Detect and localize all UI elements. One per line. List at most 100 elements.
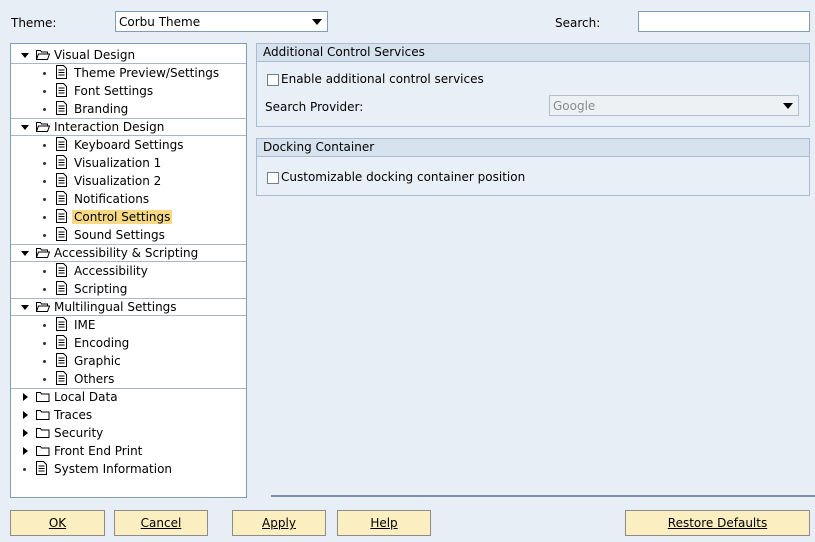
- tree-group-label: Accessibility & Scripting: [54, 246, 199, 260]
- tree-item-label: Keyboard Settings: [74, 138, 184, 152]
- tree-group-multilingual-settings[interactable]: Multilingual Settings: [11, 298, 246, 316]
- tree-item-graphic[interactable]: Graphic: [11, 352, 246, 370]
- open-folder-icon: [36, 121, 50, 132]
- search-provider-value: Google: [553, 99, 596, 113]
- enable-services-label[interactable]: Enable additional control services: [281, 72, 484, 86]
- document-icon: [56, 353, 67, 367]
- theme-dropdown[interactable]: Corbu Theme: [115, 11, 328, 32]
- theme-dropdown-value: Corbu Theme: [119, 15, 201, 29]
- document-icon: [56, 281, 67, 295]
- collapse-arrow-icon[interactable]: [21, 305, 29, 310]
- tree-item-others[interactable]: Others: [11, 370, 246, 388]
- document-icon: [56, 371, 67, 385]
- additional-control-services-panel: Additional Control Services Enable addit…: [256, 43, 810, 127]
- tree-item-font-settings[interactable]: Font Settings: [11, 82, 246, 100]
- open-folder-icon: [36, 301, 50, 312]
- tree-group-label: Local Data: [54, 390, 118, 404]
- expand-arrow-icon[interactable]: [23, 411, 28, 419]
- enable-services-checkbox[interactable]: [267, 74, 279, 86]
- search-provider-label: Search Provider:: [265, 100, 364, 114]
- collapse-arrow-icon[interactable]: [21, 251, 29, 256]
- folder-icon: [36, 445, 50, 456]
- expand-arrow-icon[interactable]: [23, 429, 28, 437]
- document-icon: [56, 83, 67, 97]
- tree-item-label: Accessibility: [74, 264, 148, 278]
- tree-item-label: System Information: [54, 462, 173, 476]
- tree-item-system-information[interactable]: System Information: [11, 460, 246, 478]
- cancel-button[interactable]: Cancel: [114, 510, 208, 536]
- bullet-icon: [43, 216, 46, 219]
- tree-item-label: Sound Settings: [74, 228, 165, 242]
- bullet-icon: [43, 144, 46, 147]
- tree-item-notifications[interactable]: Notifications: [11, 190, 246, 208]
- document-icon: [56, 101, 67, 115]
- open-folder-icon: [36, 247, 50, 258]
- folder-icon: [36, 427, 50, 438]
- ok-button[interactable]: OK: [10, 510, 105, 536]
- document-icon: [56, 173, 67, 187]
- document-icon: [56, 335, 67, 349]
- tree-item-scripting[interactable]: Scripting: [11, 280, 246, 298]
- customizable-docking-checkbox[interactable]: [267, 172, 279, 184]
- bullet-icon: [43, 180, 46, 183]
- chevron-down-icon[interactable]: [312, 19, 322, 25]
- document-icon: [56, 317, 67, 331]
- folder-icon: [36, 409, 50, 420]
- tree-group-label: Traces: [54, 408, 93, 422]
- tree-item-label: Theme Preview/Settings: [74, 66, 220, 80]
- tree-item-label: Visualization 1: [74, 156, 162, 170]
- tree-group-label: Multilingual Settings: [54, 300, 177, 314]
- expand-arrow-icon[interactable]: [23, 393, 28, 401]
- tree-group-local-data[interactable]: Local Data: [11, 388, 246, 406]
- document-icon: [56, 155, 67, 169]
- tree-group-interaction-design[interactable]: Interaction Design: [11, 118, 246, 136]
- tree-item-label: Notifications: [74, 192, 150, 206]
- tree-item-label: Others: [74, 372, 115, 386]
- tree-group-label: Front End Print: [54, 444, 143, 458]
- bullet-icon: [43, 342, 46, 345]
- tree-item-control-settings[interactable]: Control Settings: [11, 208, 246, 226]
- bullet-icon: [43, 198, 46, 201]
- tree-group-traces[interactable]: Traces: [11, 406, 246, 424]
- document-icon: [36, 461, 47, 475]
- tree-group-label: Interaction Design: [54, 120, 165, 134]
- footer-divider: [271, 495, 815, 497]
- panel-title: Docking Container: [257, 139, 809, 157]
- collapse-arrow-icon[interactable]: [21, 53, 29, 58]
- bullet-icon: [43, 234, 46, 237]
- tree-group-accessibility-scripting[interactable]: Accessibility & Scripting: [11, 244, 246, 262]
- customizable-docking-label[interactable]: Customizable docking container position: [281, 170, 525, 184]
- tree-item-visualization-1[interactable]: Visualization 1: [11, 154, 246, 172]
- tree-item-sound-settings[interactable]: Sound Settings: [11, 226, 246, 244]
- tree-item-accessibility[interactable]: Accessibility: [11, 262, 246, 280]
- theme-label: Theme:: [11, 16, 57, 30]
- tree-group-visual-design[interactable]: Visual Design: [11, 46, 246, 64]
- tree-item-keyboard-settings[interactable]: Keyboard Settings: [11, 136, 246, 154]
- bullet-icon: [43, 72, 46, 75]
- folder-icon: [36, 391, 50, 402]
- tree-item-label: Encoding: [74, 336, 130, 350]
- search-input[interactable]: [638, 11, 810, 32]
- tree-item-branding[interactable]: Branding: [11, 100, 246, 118]
- tree-item-theme-preview[interactable]: Theme Preview/Settings: [11, 64, 246, 82]
- collapse-arrow-icon[interactable]: [21, 125, 29, 130]
- document-icon: [56, 263, 67, 277]
- apply-button[interactable]: Apply: [232, 510, 326, 536]
- search-provider-dropdown[interactable]: Google: [549, 95, 799, 116]
- restore-defaults-button[interactable]: Restore Defaults: [625, 510, 810, 536]
- open-folder-icon: [36, 49, 50, 60]
- tree-item-visualization-2[interactable]: Visualization 2: [11, 172, 246, 190]
- bullet-icon: [43, 324, 46, 327]
- tree-item-label: Graphic: [74, 354, 121, 368]
- chevron-down-icon[interactable]: [783, 103, 793, 109]
- document-icon: [56, 137, 67, 151]
- document-icon: [56, 227, 67, 241]
- tree-group-front-end-print[interactable]: Front End Print: [11, 442, 246, 460]
- help-button[interactable]: Help: [337, 510, 431, 536]
- tree-group-security[interactable]: Security: [11, 424, 246, 442]
- tree-item-label: Font Settings: [74, 84, 154, 98]
- settings-tree[interactable]: Visual Design Theme Preview/Settings Fon…: [10, 43, 247, 498]
- tree-item-ime[interactable]: IME: [11, 316, 246, 334]
- tree-item-encoding[interactable]: Encoding: [11, 334, 246, 352]
- expand-arrow-icon[interactable]: [23, 447, 28, 455]
